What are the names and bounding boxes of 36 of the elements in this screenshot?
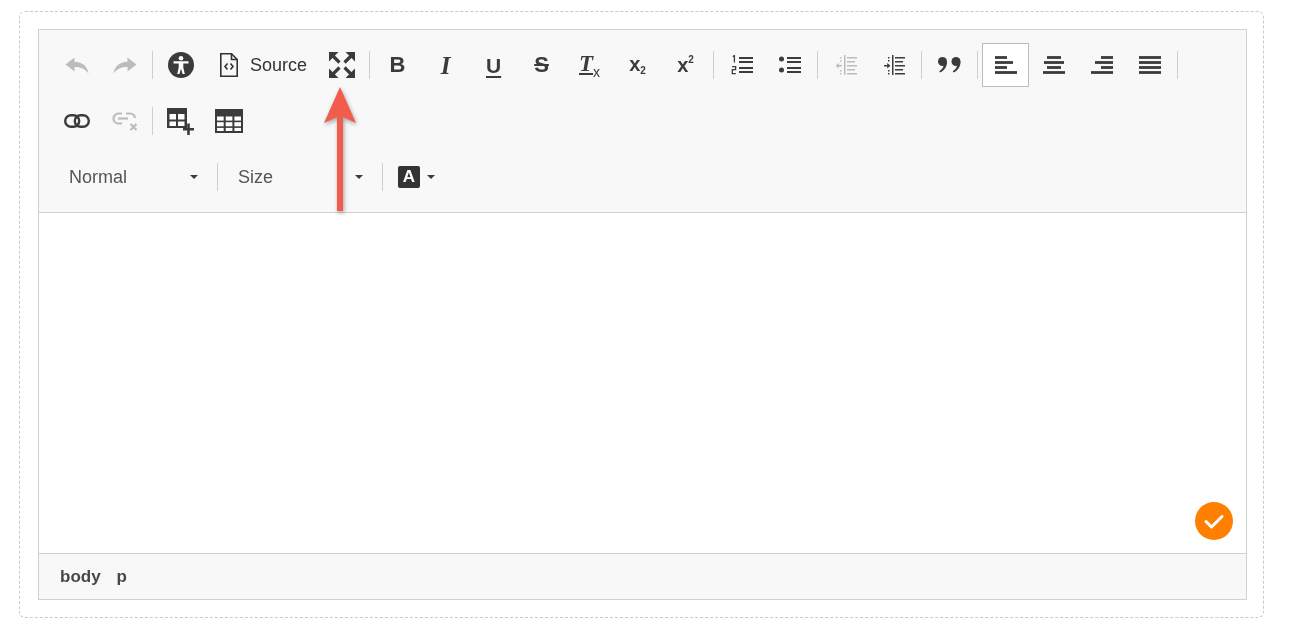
- align-center-icon: [1042, 56, 1065, 74]
- check-circle-icon[interactable]: [1195, 502, 1233, 540]
- align-left-button[interactable]: [982, 43, 1030, 87]
- bulleted-list-icon: [778, 55, 801, 75]
- caret-icon: [190, 175, 198, 179]
- element-path-link[interactable]: p: [116, 566, 127, 587]
- caret-icon: [355, 175, 363, 179]
- text-color-button[interactable]: A: [387, 155, 442, 199]
- remove-format-button[interactable]: T$_{x}$: [566, 43, 614, 87]
- indent-icon: [882, 55, 905, 75]
- justify-icon: [1138, 56, 1161, 74]
- underline-button[interactable]: U: [470, 43, 518, 87]
- table-plus-icon: [167, 107, 194, 135]
- bold-button[interactable]: B: [374, 43, 422, 87]
- unlink-icon: [111, 111, 138, 131]
- numbered-list-icon: [730, 55, 753, 75]
- table-icon: [214, 109, 243, 133]
- code-document-icon: [220, 53, 238, 77]
- source-button[interactable]: Source: [205, 43, 318, 87]
- expand-icon: [328, 52, 355, 78]
- font-size-dropdown[interactable]: Size: [222, 155, 378, 199]
- chain-link-icon: [63, 114, 90, 128]
- format-dropdown[interactable]: Normal: [53, 155, 213, 199]
- align-right-icon: [1090, 56, 1113, 74]
- strikethrough-button[interactable]: S: [518, 43, 566, 87]
- person-circle-icon: [167, 52, 194, 78]
- outdent-icon: [834, 55, 857, 75]
- align-left-icon: [994, 56, 1017, 74]
- superscript-button[interactable]: x$^{2}$: [662, 43, 710, 87]
- subscript-button[interactable]: x$_{2}$: [614, 43, 662, 87]
- undo-icon: [64, 56, 89, 74]
- quote-icon: [938, 57, 962, 73]
- element-path-link[interactable]: body: [60, 566, 101, 587]
- italic-button[interactable]: I: [422, 43, 470, 87]
- caret-icon: [427, 175, 435, 179]
- redo-icon: [112, 56, 137, 74]
